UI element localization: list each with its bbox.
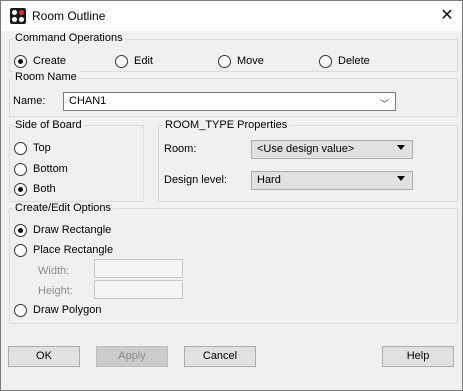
ok-button[interactable]: OK (8, 346, 80, 367)
design-level-select[interactable]: Hard (251, 171, 413, 190)
room-select[interactable]: <Use design value> (251, 140, 413, 159)
create-edit-options-title: Create/Edit Options (13, 202, 113, 214)
height-field[interactable] (94, 280, 183, 299)
radio-create[interactable]: Create (14, 54, 66, 68)
radio-place-rectangle-indicator (14, 243, 27, 257)
radio-both-indicator (14, 182, 27, 196)
radio-draw-polygon-label: Draw Polygon (33, 304, 102, 316)
radio-bottom-indicator (14, 162, 27, 176)
room-name-combobox[interactable]: CHAN1 ﹀ (63, 92, 396, 111)
radio-draw-rectangle[interactable]: Draw Rectangle (14, 223, 111, 237)
radio-delete-label: Delete (338, 55, 370, 67)
radio-move[interactable]: Move (218, 54, 264, 68)
radio-create-indicator (14, 54, 27, 68)
radio-both[interactable]: Both (14, 182, 56, 196)
radio-place-rectangle[interactable]: Place Rectangle (14, 243, 113, 257)
radio-move-indicator (218, 54, 231, 68)
help-button[interactable]: Help (382, 346, 454, 367)
radio-draw-rectangle-label: Draw Rectangle (33, 224, 112, 236)
radio-delete[interactable]: Delete (319, 54, 370, 68)
radio-create-label: Create (33, 55, 67, 67)
room-type-properties-title: ROOM_TYPE Properties (163, 119, 290, 131)
radio-edit[interactable]: Edit (115, 54, 153, 68)
app-icon (10, 8, 26, 24)
room-name-title: Room Name (13, 71, 79, 83)
cancel-button[interactable]: Cancel (184, 346, 256, 367)
apply-button[interactable]: Apply (96, 346, 168, 367)
width-label: Width: (38, 265, 70, 277)
radio-top[interactable]: Top (14, 141, 51, 155)
design-level-value: Hard (257, 174, 281, 186)
command-operations-title: Command Operations (13, 32, 125, 44)
window-title: Room Outline (32, 9, 106, 23)
radio-bottom[interactable]: Bottom (14, 162, 68, 176)
name-label: Name: (13, 95, 46, 107)
radio-place-rectangle-label: Place Rectangle (33, 244, 114, 256)
title-bar: Room Outline ✕ (1, 1, 462, 31)
room-name-value: CHAN1 (69, 95, 107, 107)
room-outline-dialog: Room Outline ✕ Command Operations Create… (0, 0, 463, 391)
close-icon[interactable]: ✕ (437, 6, 457, 26)
height-label: Height: (38, 285, 73, 297)
radio-top-indicator (14, 141, 27, 155)
dropdown-arrow-icon (397, 145, 405, 150)
side-of-board-title: Side of Board (13, 119, 84, 131)
radio-edit-indicator (115, 54, 128, 68)
dropdown-arrow-icon (397, 176, 405, 181)
radio-draw-polygon-indicator (14, 303, 27, 317)
radio-both-label: Both (33, 183, 56, 195)
radio-top-label: Top (33, 142, 51, 154)
radio-draw-polygon[interactable]: Draw Polygon (14, 303, 101, 317)
room-type-properties-group (158, 125, 458, 202)
room-select-value: <Use design value> (257, 143, 355, 155)
radio-bottom-label: Bottom (33, 163, 68, 175)
radio-delete-indicator (319, 54, 332, 68)
chevron-down-icon[interactable]: ﹀ (380, 96, 389, 112)
radio-draw-rectangle-indicator (14, 223, 27, 237)
width-field[interactable] (94, 259, 183, 278)
radio-edit-label: Edit (134, 55, 153, 67)
design-level-label: Design level: (164, 174, 227, 186)
room-label: Room: (164, 143, 197, 155)
radio-move-label: Move (237, 55, 264, 67)
